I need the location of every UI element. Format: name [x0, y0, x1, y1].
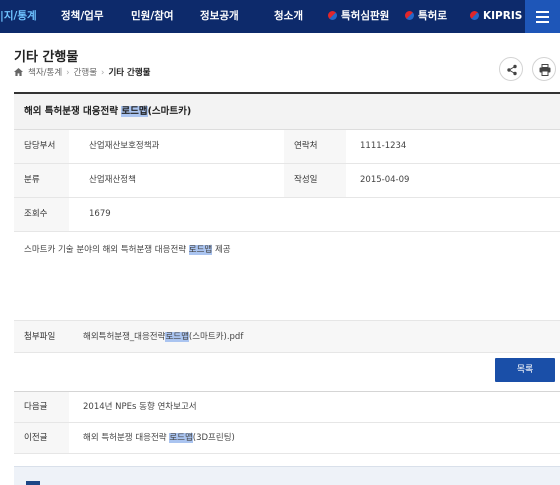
contact-value: 1111-1234 [360, 141, 407, 151]
info-box [14, 466, 560, 485]
next-post-label: 다음글 [14, 392, 69, 422]
external-link-tribunal[interactable]: 특허심판원 [328, 0, 389, 33]
page-title: 기타 간행물 [14, 50, 79, 65]
breadcrumb-item[interactable]: 책자/통계 [28, 68, 62, 78]
top-navigation: |지/통계 정책/업무 민원/참여 정보공개 청소개 특허심판원 특허로 KIP… [0, 0, 560, 33]
search-highlight: 로드맵 [121, 106, 148, 117]
detail-table: 해외 특허분쟁 대응전략 로드맵(스마트카) 담당부서 산업재산보호정책과 연락… [14, 92, 560, 353]
dept-value: 산업재산보호정책과 [89, 141, 160, 151]
contact-label: 연락처 [284, 130, 346, 163]
views-label: 조회수 [14, 198, 69, 231]
attachment-label: 첨부파일 [24, 332, 56, 342]
dept-label: 담당부서 [14, 130, 69, 163]
nav-item-publications[interactable]: |지/통계 [0, 0, 37, 33]
nav-item-disclosure[interactable]: 정보공개 [200, 0, 239, 33]
post-content: 스마트카 기술 분야의 해외 특허분쟁 대응전략 로드맵 제공 [14, 232, 560, 321]
external-link-patentro[interactable]: 특허로 [405, 0, 447, 33]
category-value: 산업재산정책 [89, 175, 136, 185]
detail-row-category: 분류 산업재산정책 작성일 2015-04-09 [14, 164, 560, 198]
post-subject: 해외 특허분쟁 대응전략 로드맵(스마트카) [14, 94, 560, 130]
views-value: 1679 [89, 209, 111, 219]
search-highlight: 로드맵 [169, 433, 193, 443]
external-link-kipris[interactable]: KIPRIS [470, 0, 522, 33]
share-icon [507, 64, 517, 76]
menu-button[interactable] [525, 0, 560, 33]
prev-next-table: 다음글 2014년 NPEs 동향 연차보고서 이전글 해외 특허분쟁 대응전략… [14, 391, 560, 454]
breadcrumb-item[interactable]: 간행물 [74, 68, 97, 78]
next-post-link[interactable]: 2014년 NPEs 동향 연차보고서 [83, 392, 197, 422]
prev-post-label: 이전글 [14, 423, 69, 453]
nav-item-civil[interactable]: 민원/참여 [131, 0, 173, 33]
home-icon[interactable] [14, 68, 23, 76]
nav-item-policy[interactable]: 정책/업무 [61, 0, 103, 33]
date-value: 2015-04-09 [360, 175, 410, 185]
menu-icon [536, 11, 549, 13]
chevron-right-icon: › [101, 68, 105, 78]
date-label: 작성일 [284, 164, 346, 197]
search-highlight: 로드맵 [188, 245, 213, 255]
search-highlight: 로드맵 [165, 332, 189, 342]
nav-item-about[interactable]: 청소개 [274, 0, 303, 33]
category-label: 분류 [14, 164, 69, 197]
kipo-logo-icon [470, 11, 479, 20]
info-box-icon [26, 481, 40, 485]
printer-icon [539, 64, 551, 76]
prev-post-row: 이전글 해외 특허분쟁 대응전략 로드맵(3D프린팅) [14, 423, 560, 454]
chevron-right-icon: › [66, 68, 70, 78]
breadcrumb-current: 기타 간행물 [108, 68, 151, 78]
attachment-link[interactable]: 해외특허분쟁_대응전략로드맵(스마트카).pdf [83, 321, 243, 353]
kipo-logo-icon [405, 11, 414, 20]
breadcrumb: 책자/통계 › 간행물 › 기타 간행물 [14, 66, 151, 78]
detail-row-views: 조회수 1679 [14, 198, 560, 232]
prev-post-link[interactable]: 해외 특허분쟁 대응전략 로드맵(3D프린팅) [83, 423, 235, 453]
list-button[interactable]: 목록 [495, 358, 555, 382]
detail-row-dept: 담당부서 산업재산보호정책과 연락처 1111-1234 [14, 130, 560, 164]
attachment-row: 첨부파일 해외특허분쟁_대응전략로드맵(스마트카).pdf [14, 321, 560, 353]
share-button[interactable] [499, 57, 523, 81]
next-post-row: 다음글 2014년 NPEs 동향 연차보고서 [14, 392, 560, 423]
print-button[interactable] [532, 57, 556, 81]
kipo-logo-icon [328, 11, 337, 20]
